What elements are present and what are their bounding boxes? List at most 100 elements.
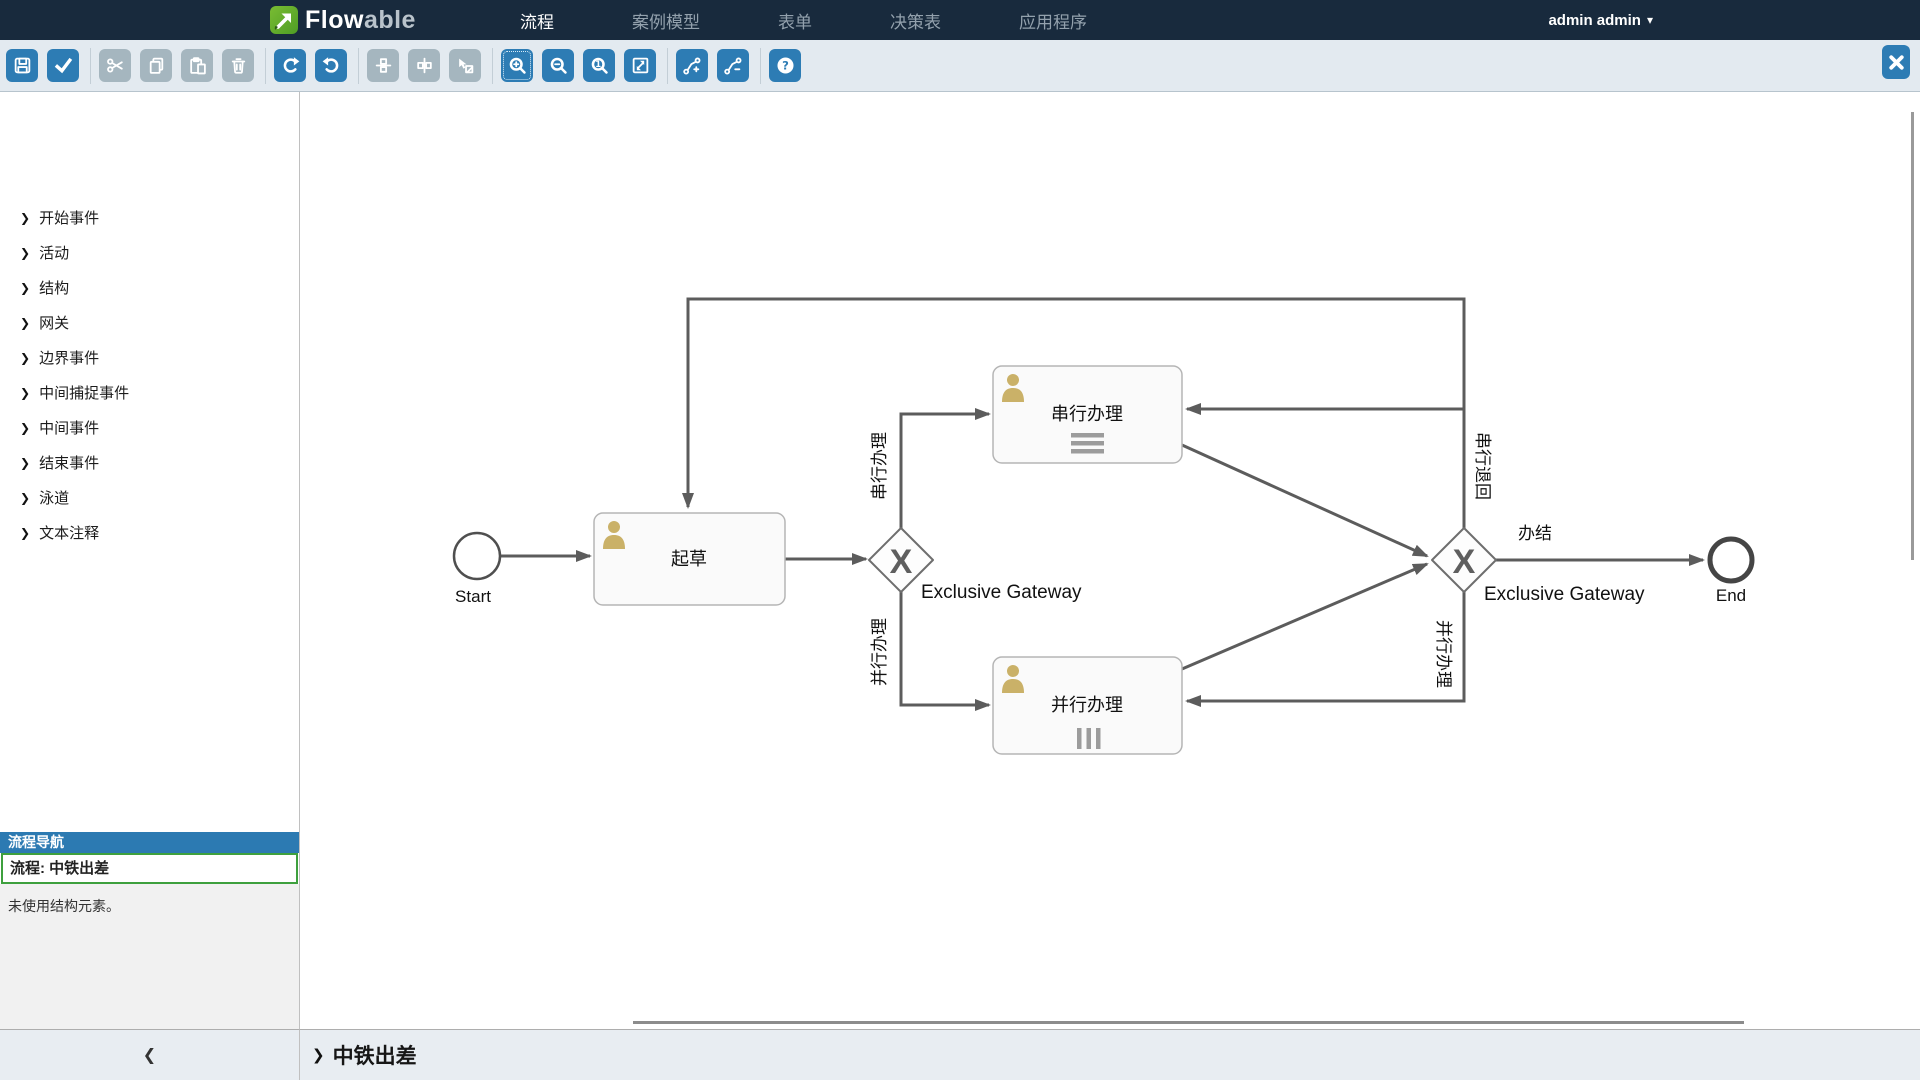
edge-parallel-to-gateway2[interactable] xyxy=(1182,564,1427,669)
scissors-icon xyxy=(106,56,125,75)
chevron-right-icon: ❯ xyxy=(20,491,30,505)
chevron-right-icon: ❯ xyxy=(20,351,30,365)
top-navbar: Flowable 流程 案例模型 表单 决策表 应用程序 admin admin ▾ xyxy=(0,0,1920,40)
edge-gateway1-to-serial[interactable] xyxy=(901,414,989,529)
start-event-node[interactable]: Start xyxy=(454,533,500,606)
chevron-right-icon: ❯ xyxy=(20,421,30,435)
process-navigator-body: 未使用结构元素。 xyxy=(0,884,299,1029)
palette-group-label: 结束事件 xyxy=(39,452,99,473)
palette-group-label: 边界事件 xyxy=(39,347,99,368)
chevron-right-icon: ❯ xyxy=(20,211,30,225)
toolbar-separator xyxy=(358,48,359,84)
palette-sidebar: ❯ 开始事件 ❯ 活动 ❯ 结构 ❯ 网关 xyxy=(0,92,300,1029)
palette-group[interactable]: ❯ 结束事件 xyxy=(0,445,299,480)
edge-label-parallel-return: 并行办理 xyxy=(1434,620,1453,688)
nav-tab[interactable]: 案例模型 xyxy=(632,8,700,33)
remove-bendpoint-button[interactable] xyxy=(717,49,749,82)
gateway-x-icon: X xyxy=(890,543,913,581)
draft-task-node[interactable]: 起草 xyxy=(594,513,785,605)
redo-icon xyxy=(281,56,300,75)
save-button[interactable] xyxy=(6,49,38,82)
help-icon: ? xyxy=(776,56,795,75)
palette-group[interactable]: ❯ 中间事件 xyxy=(0,410,299,445)
process-breadcrumb: ❯ 中铁出差 xyxy=(300,1029,1920,1080)
undo-icon xyxy=(322,56,341,75)
exclusive-gateway1-node[interactable]: X Exclusive Gateway xyxy=(869,528,1082,603)
validate-button[interactable] xyxy=(47,49,79,82)
parallel-task-node[interactable]: 并行办理 xyxy=(993,657,1182,754)
flowable-logo-text: Flowable xyxy=(305,6,416,35)
edge-label-finish: 办结 xyxy=(1518,524,1552,543)
palette-group[interactable]: ❯ 活动 xyxy=(0,235,299,270)
zoom-actual-button[interactable]: 1 xyxy=(583,49,615,82)
parallel-task-label: 并行办理 xyxy=(1051,695,1123,715)
same-size-button[interactable] xyxy=(449,49,481,82)
serial-task-node[interactable]: 串行办理 xyxy=(993,366,1182,463)
redo-button[interactable] xyxy=(274,49,306,82)
align-horizontal-icon xyxy=(415,56,434,75)
vertical-scrollbar-thumb[interactable] xyxy=(1911,112,1914,560)
draft-task-label: 起草 xyxy=(671,549,707,569)
palette-group[interactable]: ❯ 网关 xyxy=(0,305,299,340)
palette-group[interactable]: ❯ 中间捕捉事件 xyxy=(0,375,299,410)
check-icon xyxy=(54,56,73,75)
zoom-fit-button[interactable] xyxy=(624,49,656,82)
exclusive-gateway1-label: Exclusive Gateway xyxy=(921,582,1082,603)
close-editor-button[interactable] xyxy=(1882,45,1910,79)
chevron-right-icon: ❯ xyxy=(312,1046,325,1064)
palette-group[interactable]: ❯ 开始事件 xyxy=(0,200,299,235)
process-title[interactable]: 中铁出差 xyxy=(333,1040,417,1070)
align-vertical-button[interactable] xyxy=(367,49,399,82)
edge-gateway1-to-parallel[interactable] xyxy=(901,591,989,705)
add-bendpoint-button[interactable] xyxy=(676,49,708,82)
edge-label-to-parallel: 并行办理 xyxy=(870,618,889,686)
chevron-left-icon: ❮ xyxy=(143,1045,156,1065)
caret-down-icon: ▾ xyxy=(1647,13,1653,27)
remove-bendpoint-icon xyxy=(724,56,743,75)
align-horizontal-button[interactable] xyxy=(408,49,440,82)
align-vertical-icon xyxy=(374,56,393,75)
palette-group[interactable]: ❯ 边界事件 xyxy=(0,340,299,375)
end-event-node[interactable]: End xyxy=(1710,539,1752,605)
undo-button[interactable] xyxy=(315,49,347,82)
palette-group[interactable]: ❯ 结构 xyxy=(0,270,299,305)
toolbar-separator xyxy=(760,48,761,84)
svg-text:1: 1 xyxy=(595,59,601,69)
nav-tab[interactable]: 决策表 xyxy=(890,8,941,33)
delete-button[interactable] xyxy=(222,49,254,82)
palette-group-label: 文本注释 xyxy=(39,522,99,543)
palette-group-label: 中间捕捉事件 xyxy=(39,382,129,403)
zoom-in-button[interactable] xyxy=(501,49,533,82)
process-navigator-current[interactable]: 流程: 中铁出差 xyxy=(1,853,298,884)
palette-group[interactable]: ❯ 文本注释 xyxy=(0,515,299,550)
nav-tab[interactable]: 流程 xyxy=(520,8,554,33)
bpmn-canvas[interactable]: 串行办理 并行办理 串行退回 并行办理 办结 Start 起草 xyxy=(301,92,1920,1029)
zoom-actual-icon: 1 xyxy=(590,56,609,75)
toolbar-separator xyxy=(492,48,493,84)
palette-group[interactable]: ❯ 泳道 xyxy=(0,480,299,515)
edge-serial-to-gateway2[interactable] xyxy=(1182,445,1427,556)
chevron-right-icon: ❯ xyxy=(20,386,30,400)
chevron-right-icon: ❯ xyxy=(20,316,30,330)
flowable-logo[interactable]: Flowable xyxy=(270,0,416,40)
gateway-x-icon: X xyxy=(1453,543,1476,581)
palette-group-label: 开始事件 xyxy=(39,207,99,228)
collapse-sidebar-button[interactable]: ❮ xyxy=(0,1029,300,1080)
nav-tab[interactable]: 表单 xyxy=(778,8,812,33)
toolbar-separator xyxy=(265,48,266,84)
bottom-bar: ❮ ❯ 中铁出差 xyxy=(0,1029,1920,1080)
cut-button[interactable] xyxy=(99,49,131,82)
help-button[interactable]: ? xyxy=(769,49,801,82)
nav-tab[interactable]: 应用程序 xyxy=(1019,8,1087,33)
copy-button[interactable] xyxy=(140,49,172,82)
close-icon xyxy=(1887,53,1906,72)
editor-toolbar: 1 ? xyxy=(0,40,1920,92)
zoom-out-button[interactable] xyxy=(542,49,574,82)
user-menu[interactable]: admin admin ▾ xyxy=(1548,0,1653,40)
horizontal-scrollbar-thumb[interactable] xyxy=(633,1021,1744,1024)
palette-group-label: 活动 xyxy=(39,242,69,263)
nav-tabs: 流程 案例模型 表单 决策表 应用程序 xyxy=(520,0,1087,40)
toolbar-separator xyxy=(667,48,668,84)
copy-icon xyxy=(147,56,166,75)
paste-button[interactable] xyxy=(181,49,213,82)
